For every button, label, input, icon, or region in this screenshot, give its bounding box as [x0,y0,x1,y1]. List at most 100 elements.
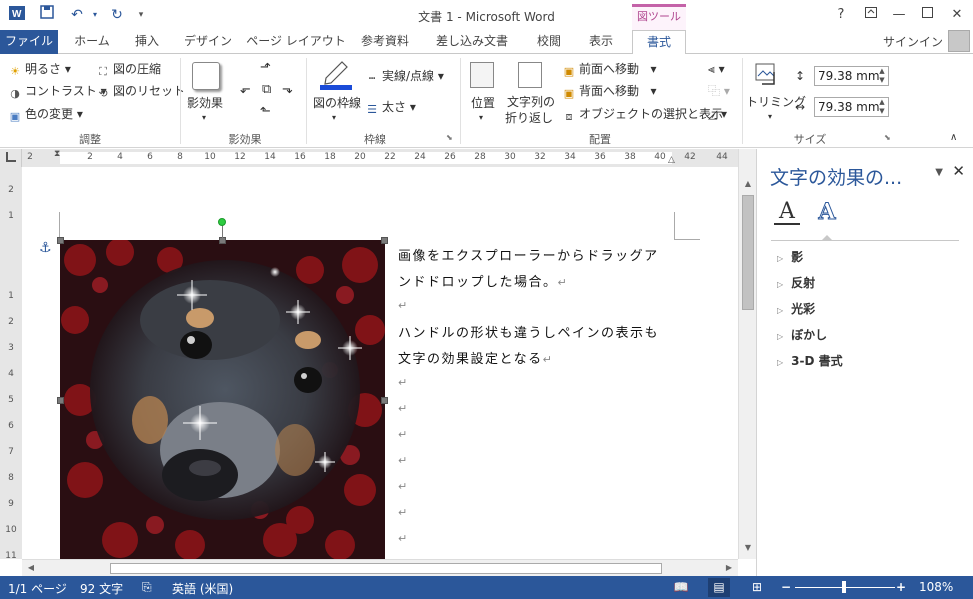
paragraph[interactable]: 文字の効果設定となる↵ [398,348,553,367]
paragraph[interactable]: ↵ [398,505,409,520]
resize-handle-w[interactable] [57,397,64,404]
close-window-icon[interactable]: ✕ [944,4,970,26]
size-dialog-launcher-icon[interactable]: ⬊ [884,133,893,142]
rotate-handle[interactable] [218,218,226,226]
word-count[interactable]: 92 文字 [80,580,123,597]
avatar[interactable] [948,30,970,52]
paragraph[interactable]: 画像をエクスプローラーからドラッグア [398,245,659,264]
scroll-up-icon[interactable]: ▲ [741,177,755,191]
zoom-in-icon[interactable]: + [896,580,906,594]
vertical-scrollbar[interactable]: ▲ ▼ [738,149,756,559]
tab-design[interactable]: デザイン [176,30,240,54]
picture-border-dropdown-icon[interactable]: ▾ [332,110,336,126]
zoom-level[interactable]: 108% [919,580,953,594]
resize-handle-e[interactable] [381,397,388,404]
shadow-effects-button[interactable]: 影効果 [187,95,223,111]
tab-review[interactable]: 校閲 [526,30,572,54]
paragraph[interactable]: ↵ [398,453,409,468]
shadow-effects-icon[interactable] [192,62,220,90]
language-indicator[interactable]: 英語 (米国) [172,580,233,597]
recolor-button[interactable]: ▣ 色の変更 ▾ [8,106,83,124]
pen-icon[interactable] [320,60,352,90]
page-count[interactable]: 1/1 ページ [8,580,67,597]
web-layout-icon[interactable]: ⊞ [746,578,768,597]
wrap-text-line1[interactable]: 文字列の [507,94,555,110]
section-soft-edges[interactable]: ▷ ぼかし [777,326,827,343]
resize-handle-n[interactable] [219,237,226,244]
height-spin-icon[interactable]: ▲ ▼ [876,67,888,85]
border-dialog-launcher-icon[interactable]: ⬊ [446,133,455,142]
rotate-icon[interactable]: ◿ ▾ [708,106,727,122]
paragraph[interactable]: ↵ [398,298,409,313]
vertical-ruler[interactable]: 2 1 1 2 3 4 5 6 7 8 9 10 11 [0,167,22,561]
minimize-icon[interactable]: — [886,4,912,26]
paragraph[interactable]: ↵ [398,375,409,390]
align-icon[interactable]: ⫷ ▾ [708,61,725,77]
tab-home[interactable]: ホーム [66,30,118,54]
height-input[interactable]: 79.38 mm ▲ ▼ [814,66,889,86]
selection-pane-button[interactable]: ⧈ オブジェクトの選択と表示 [562,106,724,124]
text-fill-outline-icon[interactable]: A [774,199,800,225]
right-indent-icon[interactable]: △ [668,155,675,165]
crop-dropdown-icon[interactable]: ▾ [768,109,772,125]
maximize-icon[interactable] [914,4,940,26]
compress-pictures-button[interactable]: ⛶ 図の圧縮 [96,61,161,79]
pane-close-icon[interactable]: ✕ [952,162,965,180]
print-layout-icon[interactable]: ▤ [708,578,730,597]
resize-handle-nw[interactable] [57,237,64,244]
paragraph[interactable]: ↵ [398,427,409,442]
wrap-text-icon[interactable] [518,62,542,88]
text-effects-icon[interactable]: A [814,199,840,226]
scroll-right-icon[interactable]: ▶ [722,561,736,575]
tab-view[interactable]: 表示 [578,30,624,54]
collapse-ribbon-icon[interactable]: ∧ [950,130,957,146]
crop-icon[interactable] [754,62,780,86]
vertical-scroll-thumb[interactable] [742,195,754,310]
ribbon-display-options-icon[interactable] [858,4,884,26]
group-objects-icon[interactable]: ⿻ ▾ [708,83,730,99]
picture-border-button[interactable]: 図の枠線 [313,95,361,111]
paragraph[interactable]: ンドドロップした場合。↵ [398,271,568,290]
resize-handle-ne[interactable] [381,237,388,244]
tab-file[interactable]: ファイル [0,30,58,54]
width-input[interactable]: 79.38 mm ▲ ▼ [814,97,889,117]
brightness-button[interactable]: ☀ 明るさ ▾ [8,61,71,79]
paragraph[interactable]: ↵ [398,531,409,546]
read-mode-icon[interactable]: 📖 [670,578,692,597]
paragraph[interactable]: ↵ [398,479,409,494]
paragraph[interactable]: ハンドルの形状も違うしペインの表示も [398,322,659,341]
tab-insert[interactable]: 挿入 [124,30,170,54]
dog-photo[interactable] [60,240,385,559]
shadow-nudge-right-icon[interactable]: ⬎ [282,82,293,98]
section-3d-format[interactable]: ▷ 3-D 書式 [777,352,843,369]
section-reflection[interactable]: ▷ 反射 [777,274,815,291]
position-icon[interactable] [470,62,494,88]
horizontal-scrollbar[interactable]: ◀ ▶ [22,559,738,576]
document-page[interactable]: ⚓ 画像をエクスプローラーからドラッグア ンドドロップした場合。↵ ↵ ハンドル… [22,167,738,559]
shadow-nudge-left-icon[interactable]: ⬐ [240,82,251,98]
tab-selector[interactable] [0,149,22,167]
scroll-down-icon[interactable]: ▼ [741,541,755,555]
pane-options-dropdown-icon[interactable]: ▼ [935,167,943,178]
tab-references[interactable]: 参考資料 [352,30,418,54]
shadow-toggle-icon[interactable]: ⧉ [262,82,271,98]
dash-type-button[interactable]: ┅ 実線/点線 ▾ [365,68,444,86]
indent-marker-icon[interactable]: ⧗ [54,149,60,159]
contrast-button[interactable]: ◑ コントラスト ▾ [8,83,106,101]
section-glow[interactable]: ▷ 光彩 [777,300,815,317]
line-weight-button[interactable]: ☰ 太さ ▾ [365,99,416,117]
bring-forward-button[interactable]: ▣ 前面へ移動 ▾ [562,61,657,79]
zoom-slider-thumb[interactable] [842,581,846,593]
shadow-nudge-up-icon[interactable]: ⬏ [260,60,271,76]
shadow-nudge-down-icon[interactable]: ⬑ [260,104,271,120]
position-button[interactable]: 位置 [471,95,495,111]
section-shadow[interactable]: ▷ 影 [777,248,803,265]
wrap-text-line2[interactable]: 折り返し [505,110,553,126]
send-backward-button[interactable]: ▣ 背面へ移動 ▾ [562,83,657,101]
proofing-icon[interactable]: ⎘ [142,580,152,595]
position-dropdown-icon[interactable]: ▾ [479,110,483,126]
scroll-left-icon[interactable]: ◀ [24,561,38,575]
horizontal-ruler[interactable]: 2 2 4 6 8 10 12 14 16 18 20 22 24 26 28 30 32 34 36 38 40 42 4… [22,149,738,167]
zoom-out-icon[interactable]: − [781,580,791,594]
width-spin-icon[interactable]: ▲ ▼ [876,98,888,116]
